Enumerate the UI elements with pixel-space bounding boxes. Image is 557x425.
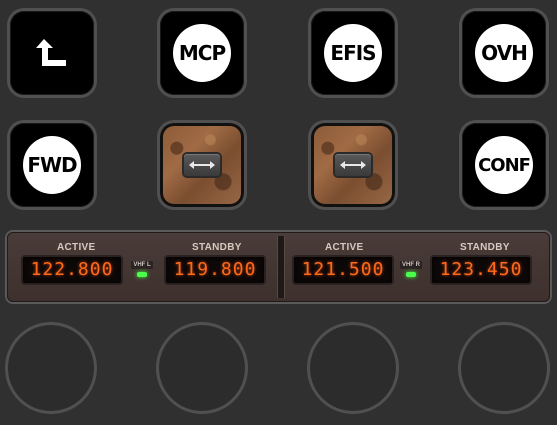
conf-badge: CONF	[475, 136, 533, 194]
vhf-r-indicator: VHF R	[400, 261, 422, 283]
vhf-l-label: VHF L	[131, 261, 153, 269]
standby-label-left: STANDBY	[192, 242, 242, 253]
standby-frequency-right[interactable]: 123.450	[432, 257, 530, 283]
return-arrow-icon	[36, 39, 66, 66]
mcp-label: MCP	[178, 41, 226, 65]
rotary-dial-4[interactable]	[461, 325, 547, 411]
standby-frequency-left[interactable]: 119.800	[166, 257, 264, 283]
ovh-button[interactable]: OVH	[462, 11, 546, 95]
horizontal-arrows-icon	[189, 161, 215, 169]
active-label-left: ACTIVE	[57, 242, 96, 253]
efis-label: EFIS	[330, 41, 376, 65]
fwd-button[interactable]: FWD	[10, 123, 94, 207]
vhf-r-led	[406, 272, 416, 277]
active-frequency-left[interactable]: 122.800	[23, 257, 121, 283]
rotary-dial-2[interactable]	[159, 325, 245, 411]
vhf-r-label: VHF R	[400, 261, 422, 269]
ovh-label: OVH	[481, 41, 528, 65]
active-frequency-right[interactable]: 121.500	[294, 257, 392, 283]
rotary-dial-1[interactable]	[8, 325, 94, 411]
horizontal-arrows-icon	[340, 161, 366, 169]
standby-label-right: STANDBY	[460, 242, 510, 253]
back-button[interactable]	[10, 11, 94, 95]
conf-label: CONF	[478, 154, 531, 176]
vhf-radio-panel: ACTIVE 122.800 VHF L STANDBY 119.800 ACT…	[7, 232, 550, 302]
mcp-badge: MCP	[173, 24, 231, 82]
vhf-l-led	[137, 272, 147, 277]
vhf-l-indicator: VHF L	[131, 261, 153, 283]
conf-button[interactable]: CONF	[462, 123, 546, 207]
slider-handle	[184, 154, 220, 176]
active-label-right: ACTIVE	[325, 242, 364, 253]
radio-divider	[277, 236, 285, 298]
ovh-badge: OVH	[475, 24, 533, 82]
slider-handle	[335, 154, 371, 176]
rotary-dial-3[interactable]	[310, 325, 396, 411]
slider-switch-button-1[interactable]	[160, 123, 244, 207]
mcp-button[interactable]: MCP	[160, 11, 244, 95]
efis-badge: EFIS	[324, 24, 382, 82]
slider-switch-button-2[interactable]	[311, 123, 395, 207]
efis-button[interactable]: EFIS	[311, 11, 395, 95]
stream-deck-panel: MCP EFIS OVH FWD CONF ACTIVE 122.800 VHF…	[0, 0, 557, 425]
fwd-badge: FWD	[23, 136, 81, 194]
fwd-label: FWD	[27, 153, 77, 177]
